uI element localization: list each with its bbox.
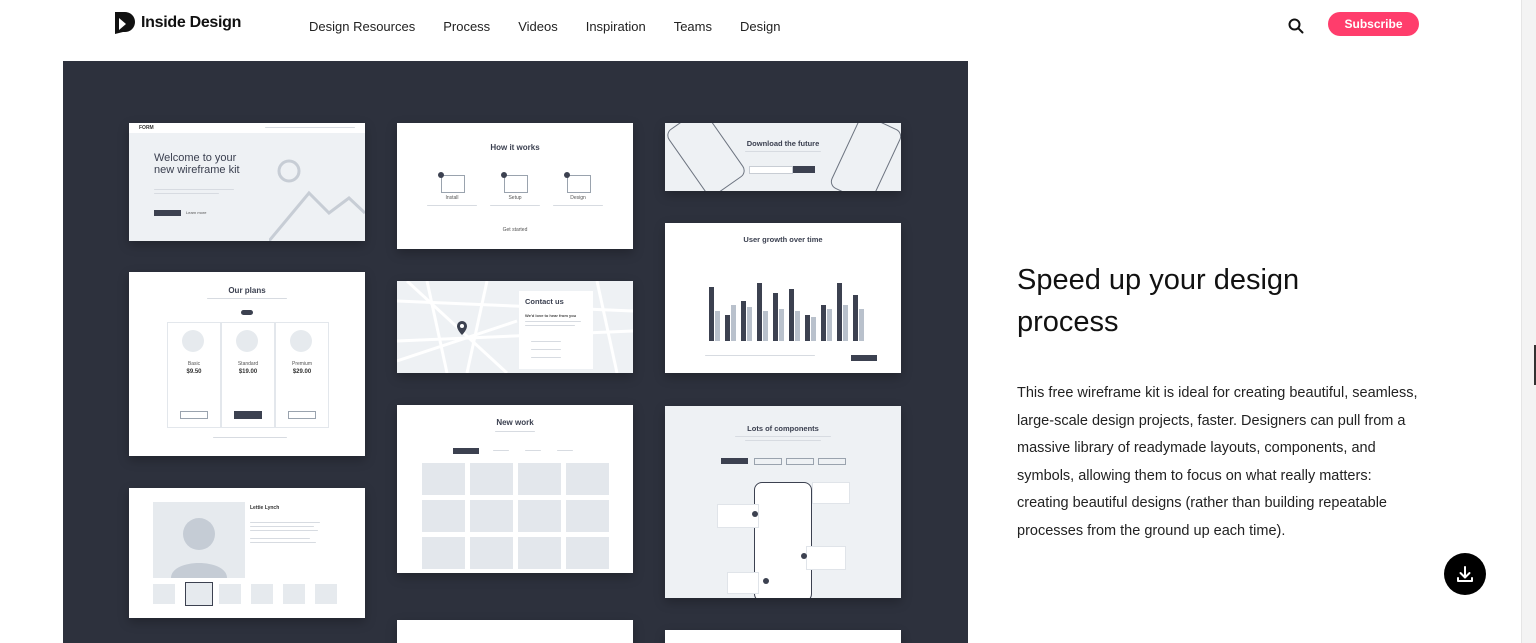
- scrollbar-track[interactable]: [1521, 0, 1536, 643]
- section-headline: Speed up your design process: [1017, 264, 1300, 338]
- wireframe-card-download: Download the future: [665, 123, 901, 191]
- card-brand: FORM: [139, 125, 154, 131]
- wireframe-card-user-growth: User growth over time: [665, 223, 901, 373]
- wireframe-card-new-work: New work: [397, 405, 633, 573]
- nav-item-design[interactable]: Design: [740, 19, 780, 34]
- download-icon: [1457, 566, 1473, 582]
- subscribe-button[interactable]: Subscribe: [1328, 12, 1419, 36]
- wireframe-card-components: Lots of components: [665, 406, 901, 598]
- section-body: This free wireframe kit is ideal for cre…: [1017, 385, 1418, 539]
- hero-wireframe-collage: FORM Welcome to your new wireframe kit L…: [63, 61, 968, 643]
- wireframe-card-profile: Lettie Lynch: [129, 488, 365, 618]
- card-title: Download the future: [746, 139, 820, 148]
- card-title: User growth over time: [743, 235, 823, 244]
- inside-design-logo: [115, 12, 135, 34]
- card-title: Our plans: [228, 286, 266, 295]
- wireframe-card-bottom-middle: [397, 620, 633, 643]
- wireframe-card-our-plans: Our plans Basic $9.50 Standard $19.00 Pr…: [129, 272, 365, 456]
- wireframe-card-contact: Contact us We'd love to hear from you: [397, 281, 633, 373]
- user-avatar-icon: [171, 518, 227, 578]
- plan-standard: Standard $19.00: [221, 322, 275, 428]
- profile-name: Lettie Lynch: [250, 505, 280, 511]
- card-title: New work: [496, 418, 534, 427]
- wireframe-card-bottom-right: [665, 630, 901, 643]
- nav-item-inspiration[interactable]: Inspiration: [586, 19, 646, 34]
- logo[interactable]: Inside Design: [115, 12, 241, 34]
- welcome-title: Welcome to your new wireframe kit: [154, 152, 240, 176]
- map-illustration: [397, 281, 633, 373]
- search-icon[interactable]: [1287, 17, 1305, 35]
- nav-item-teams[interactable]: Teams: [674, 19, 712, 34]
- site-header: Inside Design Design Resources Process V…: [0, 0, 1536, 52]
- map-pin-icon: [457, 321, 467, 335]
- wireframe-card-how-it-works: How it works Install Setup Design Get st…: [397, 123, 633, 249]
- welcome-link: Learn more: [186, 210, 207, 215]
- plan-basic: Basic $9.50: [167, 322, 221, 428]
- bar-chart-illustration: [709, 283, 864, 341]
- how-it-works-link: Get started: [502, 227, 528, 233]
- main-nav: Design Resources Process Videos Inspirat…: [309, 19, 780, 34]
- logo-text: Inside Design: [141, 14, 242, 31]
- plan-premium: Premium $29.00: [275, 322, 329, 428]
- nav-item-videos[interactable]: Videos: [518, 19, 558, 34]
- nav-item-design-resources[interactable]: Design Resources: [309, 19, 415, 34]
- download-button[interactable]: [1444, 553, 1486, 595]
- card-title: Contact us: [525, 297, 564, 306]
- wireframe-card-welcome: FORM Welcome to your new wireframe kit L…: [129, 123, 365, 241]
- nav-item-process[interactable]: Process: [443, 19, 490, 34]
- card-title: How it works: [490, 143, 540, 152]
- card-title: Lots of components: [747, 424, 819, 433]
- image-placeholder-icon: [269, 159, 365, 241]
